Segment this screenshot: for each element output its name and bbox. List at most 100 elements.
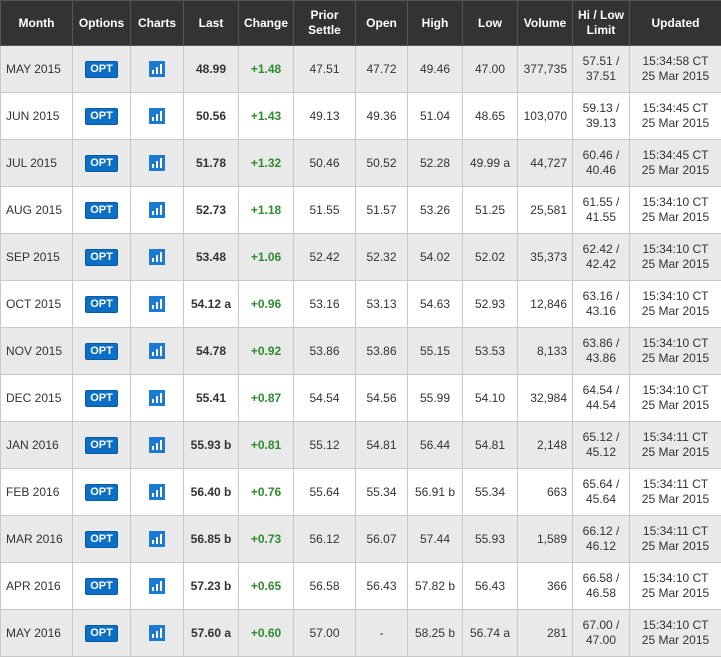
bar-chart-icon[interactable]: [149, 249, 165, 265]
hi-limit: 64.54 /: [583, 383, 620, 397]
updated-date: 25 Mar 2015: [642, 492, 709, 506]
header-limit[interactable]: Hi / LowLimit: [573, 1, 630, 46]
cell-change: +0.96: [239, 281, 294, 328]
cell-low: 51.25: [463, 187, 518, 234]
opt-button[interactable]: OPT: [85, 625, 118, 642]
opt-button[interactable]: OPT: [85, 437, 118, 454]
table-row: MAY 2016OPT57.60 a+0.6057.00-58.25 b56.7…: [1, 610, 721, 657]
table-row: MAR 2016OPT56.85 b+0.7356.1256.0757.4455…: [1, 516, 721, 563]
opt-button[interactable]: OPT: [85, 484, 118, 501]
cell-last: 57.60 a: [184, 610, 239, 657]
bar-chart-icon[interactable]: [149, 343, 165, 359]
cell-updated: 15:34:10 CT25 Mar 2015: [630, 375, 721, 422]
header-updated[interactable]: Updated: [630, 1, 721, 46]
bar-chart-icon[interactable]: [149, 437, 165, 453]
cell-updated: 15:34:10 CT25 Mar 2015: [630, 234, 721, 281]
cell-charts: [131, 187, 184, 234]
cell-low: 54.81: [463, 422, 518, 469]
cell-updated: 15:34:11 CT25 Mar 2015: [630, 516, 721, 563]
cell-low: 54.10: [463, 375, 518, 422]
cell-prior-settle: 54.54: [294, 375, 356, 422]
bar-chart-icon[interactable]: [149, 484, 165, 500]
bar-chart-icon[interactable]: [149, 108, 165, 124]
table-body: MAY 2015OPT48.99+1.4847.5147.7249.4647.0…: [1, 46, 721, 657]
table-row: NOV 2015OPT54.78+0.9253.8653.8655.1553.5…: [1, 328, 721, 375]
cell-prior-settle: 56.12: [294, 516, 356, 563]
updated-time: 15:34:11 CT: [643, 524, 708, 538]
cell-change: +1.43: [239, 93, 294, 140]
cell-prior-settle: 57.00: [294, 610, 356, 657]
opt-button[interactable]: OPT: [85, 108, 118, 125]
opt-button[interactable]: OPT: [85, 155, 118, 172]
hi-limit: 60.46 /: [583, 148, 620, 162]
cell-volume: 44,727: [518, 140, 573, 187]
cell-month: AUG 2015: [1, 187, 73, 234]
bar-chart-icon[interactable]: [149, 625, 165, 641]
cell-low: 56.74 a: [463, 610, 518, 657]
header-month[interactable]: Month: [1, 1, 73, 46]
cell-open: 54.56: [356, 375, 408, 422]
header-last[interactable]: Last: [184, 1, 239, 46]
cell-volume: 281: [518, 610, 573, 657]
bar-chart-icon[interactable]: [149, 390, 165, 406]
cell-limit: 67.00 /47.00: [573, 610, 630, 657]
lo-limit: 40.46: [586, 163, 616, 177]
bar-chart-icon[interactable]: [149, 202, 165, 218]
hi-limit: 66.58 /: [583, 571, 620, 585]
cell-limit: 65.64 /45.64: [573, 469, 630, 516]
header-high[interactable]: High: [408, 1, 463, 46]
opt-button[interactable]: OPT: [85, 578, 118, 595]
opt-button[interactable]: OPT: [85, 61, 118, 78]
bar-chart-icon[interactable]: [149, 531, 165, 547]
cell-high: 57.82 b: [408, 563, 463, 610]
cell-volume: 2,148: [518, 422, 573, 469]
cell-month: FEB 2016: [1, 469, 73, 516]
bar-chart-icon[interactable]: [149, 578, 165, 594]
opt-button[interactable]: OPT: [85, 531, 118, 548]
opt-button[interactable]: OPT: [85, 390, 118, 407]
table-row: MAY 2015OPT48.99+1.4847.5147.7249.4647.0…: [1, 46, 721, 93]
lo-limit: 44.54: [586, 398, 616, 412]
updated-time: 15:34:45 CT: [642, 101, 708, 115]
cell-charts: [131, 422, 184, 469]
lo-limit: 39.13: [586, 116, 616, 130]
cell-updated: 15:34:58 CT25 Mar 2015: [630, 46, 721, 93]
cell-last: 55.41: [184, 375, 239, 422]
cell-charts: [131, 375, 184, 422]
cell-open: 56.07: [356, 516, 408, 563]
cell-prior-settle: 52.42: [294, 234, 356, 281]
cell-limit: 57.51 /37.51: [573, 46, 630, 93]
bar-chart-icon[interactable]: [149, 155, 165, 171]
cell-volume: 12,846: [518, 281, 573, 328]
header-low[interactable]: Low: [463, 1, 518, 46]
cell-high: 55.99: [408, 375, 463, 422]
cell-month: MAY 2015: [1, 46, 73, 93]
updated-date: 25 Mar 2015: [642, 116, 709, 130]
opt-button[interactable]: OPT: [85, 343, 118, 360]
bar-chart-icon[interactable]: [149, 61, 165, 77]
cell-limit: 63.16 /43.16: [573, 281, 630, 328]
cell-charts: [131, 328, 184, 375]
cell-change: +1.18: [239, 187, 294, 234]
opt-button[interactable]: OPT: [85, 202, 118, 219]
table-row: SEP 2015OPT53.48+1.0652.4252.3254.0252.0…: [1, 234, 721, 281]
opt-button[interactable]: OPT: [85, 296, 118, 313]
header-change[interactable]: Change: [239, 1, 294, 46]
cell-month: MAY 2016: [1, 610, 73, 657]
opt-button[interactable]: OPT: [85, 249, 118, 266]
cell-change: +0.73: [239, 516, 294, 563]
header-open[interactable]: Open: [356, 1, 408, 46]
table-row: AUG 2015OPT52.73+1.1851.5551.5753.2651.2…: [1, 187, 721, 234]
cell-volume: 377,735: [518, 46, 573, 93]
hi-limit: 59.13 /: [583, 101, 620, 115]
cell-high: 54.02: [408, 234, 463, 281]
updated-time: 15:34:11 CT: [643, 477, 708, 491]
cell-month: NOV 2015: [1, 328, 73, 375]
cell-limit: 60.46 /40.46: [573, 140, 630, 187]
table-row: JUN 2015OPT50.56+1.4349.1349.3651.0448.6…: [1, 93, 721, 140]
header-prior-settle[interactable]: PriorSettle: [294, 1, 356, 46]
cell-updated: 15:34:10 CT25 Mar 2015: [630, 281, 721, 328]
bar-chart-icon[interactable]: [149, 296, 165, 312]
cell-change: +0.81: [239, 422, 294, 469]
header-volume[interactable]: Volume: [518, 1, 573, 46]
